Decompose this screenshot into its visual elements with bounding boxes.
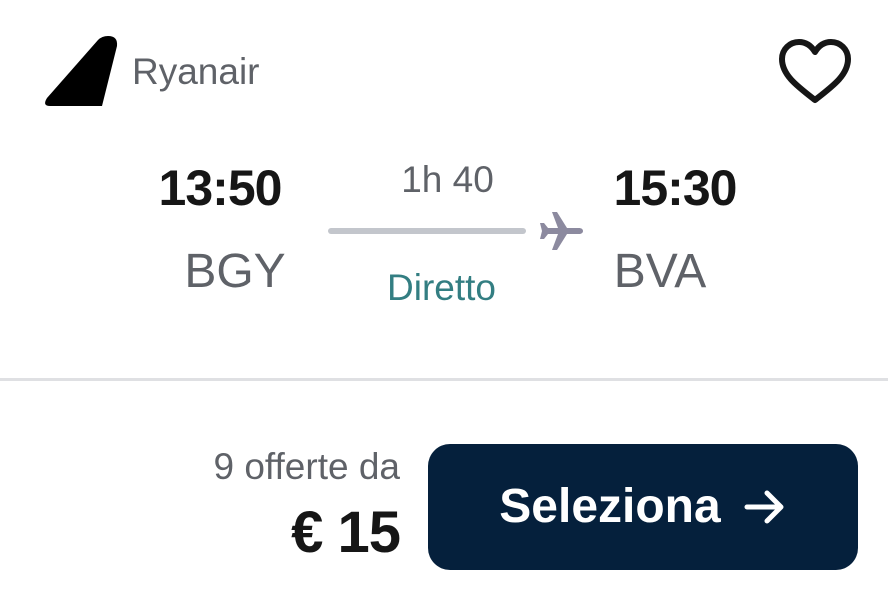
arrival-airport-code: BVA (613, 245, 707, 298)
route-line (328, 228, 526, 234)
departure-airport-code: BGY (184, 245, 286, 298)
select-button-label: Seleziona (499, 480, 721, 533)
airline-logo (42, 34, 120, 110)
favorite-button[interactable] (777, 38, 853, 106)
select-button[interactable]: Seleziona (428, 444, 858, 570)
offers-count: 9 offerte da (213, 446, 400, 487)
arrow-right-icon (743, 485, 787, 529)
stops-label: Diretto (387, 267, 496, 308)
departure-time: 13:50 (158, 160, 283, 216)
divider (0, 378, 888, 381)
arrival-time: 15:30 (613, 160, 738, 216)
flight-duration: 1h 40 (401, 159, 494, 200)
tail-fin-icon (45, 36, 118, 106)
price: € 15 (291, 500, 401, 565)
plane-icon (536, 206, 586, 256)
airline-name: Ryanair (132, 51, 260, 92)
heart-icon (779, 39, 851, 103)
